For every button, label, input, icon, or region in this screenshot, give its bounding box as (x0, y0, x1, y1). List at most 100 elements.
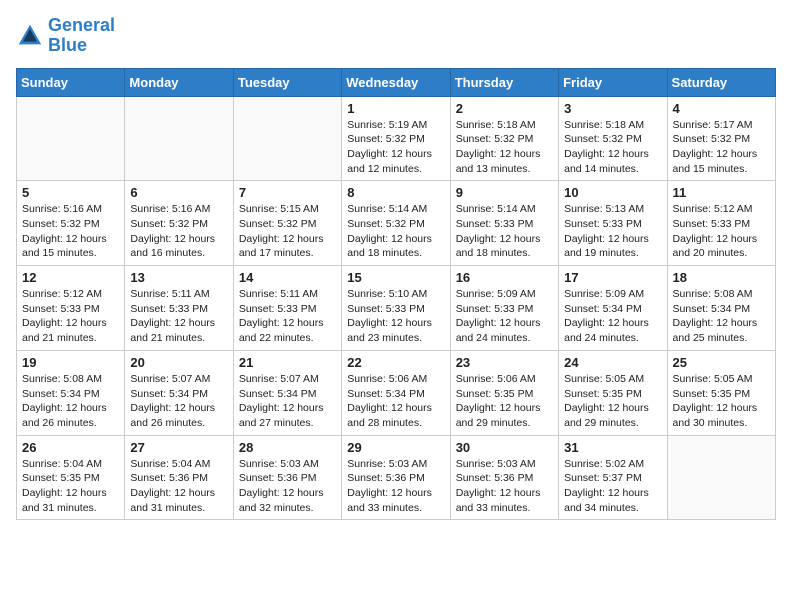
day-number: 25 (673, 355, 770, 370)
calendar-cell (233, 96, 341, 181)
day-info: Sunrise: 5:08 AM Sunset: 5:34 PM Dayligh… (673, 287, 770, 346)
day-number: 29 (347, 440, 444, 455)
day-number: 31 (564, 440, 661, 455)
day-info: Sunrise: 5:12 AM Sunset: 5:33 PM Dayligh… (673, 202, 770, 261)
calendar-cell: 19 Sunrise: 5:08 AM Sunset: 5:34 PM Dayli… (17, 350, 125, 435)
day-number: 19 (22, 355, 119, 370)
day-info: Sunrise: 5:09 AM Sunset: 5:34 PM Dayligh… (564, 287, 661, 346)
day-number: 28 (239, 440, 336, 455)
day-info: Sunrise: 5:13 AM Sunset: 5:33 PM Dayligh… (564, 202, 661, 261)
day-info: Sunrise: 5:07 AM Sunset: 5:34 PM Dayligh… (239, 372, 336, 431)
day-info: Sunrise: 5:10 AM Sunset: 5:33 PM Dayligh… (347, 287, 444, 346)
calendar-cell: 7 Sunrise: 5:15 AM Sunset: 5:32 PM Daylig… (233, 181, 341, 266)
day-info: Sunrise: 5:06 AM Sunset: 5:34 PM Dayligh… (347, 372, 444, 431)
weekday-header: Monday (125, 68, 233, 96)
calendar-cell: 3 Sunrise: 5:18 AM Sunset: 5:32 PM Daylig… (559, 96, 667, 181)
calendar-week-row: 19 Sunrise: 5:08 AM Sunset: 5:34 PM Dayli… (17, 350, 776, 435)
day-number: 15 (347, 270, 444, 285)
weekday-header: Tuesday (233, 68, 341, 96)
calendar-cell (667, 435, 775, 520)
calendar-cell: 22 Sunrise: 5:06 AM Sunset: 5:34 PM Dayli… (342, 350, 450, 435)
day-info: Sunrise: 5:11 AM Sunset: 5:33 PM Dayligh… (239, 287, 336, 346)
calendar-cell: 12 Sunrise: 5:12 AM Sunset: 5:33 PM Dayli… (17, 266, 125, 351)
day-info: Sunrise: 5:06 AM Sunset: 5:35 PM Dayligh… (456, 372, 553, 431)
day-info: Sunrise: 5:14 AM Sunset: 5:33 PM Dayligh… (456, 202, 553, 261)
day-number: 17 (564, 270, 661, 285)
day-info: Sunrise: 5:15 AM Sunset: 5:32 PM Dayligh… (239, 202, 336, 261)
day-number: 21 (239, 355, 336, 370)
day-number: 16 (456, 270, 553, 285)
weekday-header: Sunday (17, 68, 125, 96)
weekday-header: Saturday (667, 68, 775, 96)
calendar-header-row: SundayMondayTuesdayWednesdayThursdayFrid… (17, 68, 776, 96)
day-info: Sunrise: 5:16 AM Sunset: 5:32 PM Dayligh… (130, 202, 227, 261)
calendar-week-row: 5Sunrise: 5:16 AM Sunset: 5:32 PM Daylig… (17, 181, 776, 266)
calendar-cell: 4 Sunrise: 5:17 AM Sunset: 5:32 PM Daylig… (667, 96, 775, 181)
day-info: Sunrise: 5:03 AM Sunset: 5:36 PM Dayligh… (456, 457, 553, 516)
calendar-cell: 5Sunrise: 5:16 AM Sunset: 5:32 PM Daylig… (17, 181, 125, 266)
weekday-header: Thursday (450, 68, 558, 96)
day-info: Sunrise: 5:18 AM Sunset: 5:32 PM Dayligh… (564, 118, 661, 177)
calendar-cell: 21 Sunrise: 5:07 AM Sunset: 5:34 PM Dayli… (233, 350, 341, 435)
calendar-cell: 30 Sunrise: 5:03 AM Sunset: 5:36 PM Dayli… (450, 435, 558, 520)
calendar-cell: 14 Sunrise: 5:11 AM Sunset: 5:33 PM Dayli… (233, 266, 341, 351)
day-info: Sunrise: 5:02 AM Sunset: 5:37 PM Dayligh… (564, 457, 661, 516)
day-info: Sunrise: 5:04 AM Sunset: 5:36 PM Dayligh… (130, 457, 227, 516)
calendar-cell: 9Sunrise: 5:14 AM Sunset: 5:33 PM Daylig… (450, 181, 558, 266)
day-info: Sunrise: 5:04 AM Sunset: 5:35 PM Dayligh… (22, 457, 119, 516)
calendar-cell: 23 Sunrise: 5:06 AM Sunset: 5:35 PM Dayli… (450, 350, 558, 435)
calendar-cell: 17 Sunrise: 5:09 AM Sunset: 5:34 PM Dayli… (559, 266, 667, 351)
logo: General Blue (16, 16, 115, 56)
day-info: Sunrise: 5:09 AM Sunset: 5:33 PM Dayligh… (456, 287, 553, 346)
day-number: 23 (456, 355, 553, 370)
day-number: 6 (130, 185, 227, 200)
calendar-cell: 8Sunrise: 5:14 AM Sunset: 5:32 PM Daylig… (342, 181, 450, 266)
day-number: 4 (673, 101, 770, 116)
calendar-cell: 25Sunrise: 5:05 AM Sunset: 5:35 PM Dayli… (667, 350, 775, 435)
day-info: Sunrise: 5:18 AM Sunset: 5:32 PM Dayligh… (456, 118, 553, 177)
day-info: Sunrise: 5:05 AM Sunset: 5:35 PM Dayligh… (564, 372, 661, 431)
day-number: 3 (564, 101, 661, 116)
day-info: Sunrise: 5:16 AM Sunset: 5:32 PM Dayligh… (22, 202, 119, 261)
day-info: Sunrise: 5:08 AM Sunset: 5:34 PM Dayligh… (22, 372, 119, 431)
day-number: 30 (456, 440, 553, 455)
weekday-header: Friday (559, 68, 667, 96)
page-header: General Blue (16, 16, 776, 56)
calendar-cell (125, 96, 233, 181)
day-number: 12 (22, 270, 119, 285)
calendar-cell: 6 Sunrise: 5:16 AM Sunset: 5:32 PM Daylig… (125, 181, 233, 266)
calendar-cell: 20Sunrise: 5:07 AM Sunset: 5:34 PM Dayli… (125, 350, 233, 435)
calendar-cell: 29 Sunrise: 5:03 AM Sunset: 5:36 PM Dayli… (342, 435, 450, 520)
calendar-cell: 26 Sunrise: 5:04 AM Sunset: 5:35 PM Dayli… (17, 435, 125, 520)
day-number: 10 (564, 185, 661, 200)
day-number: 14 (239, 270, 336, 285)
day-info: Sunrise: 5:11 AM Sunset: 5:33 PM Dayligh… (130, 287, 227, 346)
day-number: 22 (347, 355, 444, 370)
calendar-cell: 16 Sunrise: 5:09 AM Sunset: 5:33 PM Dayli… (450, 266, 558, 351)
logo-icon (16, 22, 44, 50)
calendar-table: SundayMondayTuesdayWednesdayThursdayFrid… (16, 68, 776, 521)
day-info: Sunrise: 5:17 AM Sunset: 5:32 PM Dayligh… (673, 118, 770, 177)
calendar-cell: 13Sunrise: 5:11 AM Sunset: 5:33 PM Dayli… (125, 266, 233, 351)
calendar-week-row: 1Sunrise: 5:19 AM Sunset: 5:32 PM Daylig… (17, 96, 776, 181)
calendar-cell: 11 Sunrise: 5:12 AM Sunset: 5:33 PM Dayli… (667, 181, 775, 266)
day-number: 7 (239, 185, 336, 200)
calendar-week-row: 26 Sunrise: 5:04 AM Sunset: 5:35 PM Dayli… (17, 435, 776, 520)
calendar-week-row: 12 Sunrise: 5:12 AM Sunset: 5:33 PM Dayli… (17, 266, 776, 351)
calendar-cell: 10 Sunrise: 5:13 AM Sunset: 5:33 PM Dayli… (559, 181, 667, 266)
day-info: Sunrise: 5:12 AM Sunset: 5:33 PM Dayligh… (22, 287, 119, 346)
day-number: 11 (673, 185, 770, 200)
calendar-cell: 27 Sunrise: 5:04 AM Sunset: 5:36 PM Dayli… (125, 435, 233, 520)
calendar-cell: 1Sunrise: 5:19 AM Sunset: 5:32 PM Daylig… (342, 96, 450, 181)
day-number: 27 (130, 440, 227, 455)
day-info: Sunrise: 5:19 AM Sunset: 5:32 PM Dayligh… (347, 118, 444, 177)
calendar-cell (17, 96, 125, 181)
day-info: Sunrise: 5:03 AM Sunset: 5:36 PM Dayligh… (347, 457, 444, 516)
weekday-header: Wednesday (342, 68, 450, 96)
calendar-cell: 31 Sunrise: 5:02 AM Sunset: 5:37 PM Dayli… (559, 435, 667, 520)
day-number: 2 (456, 101, 553, 116)
day-number: 18 (673, 270, 770, 285)
day-info: Sunrise: 5:07 AM Sunset: 5:34 PM Dayligh… (130, 372, 227, 431)
calendar-cell: 15 Sunrise: 5:10 AM Sunset: 5:33 PM Dayli… (342, 266, 450, 351)
day-number: 26 (22, 440, 119, 455)
